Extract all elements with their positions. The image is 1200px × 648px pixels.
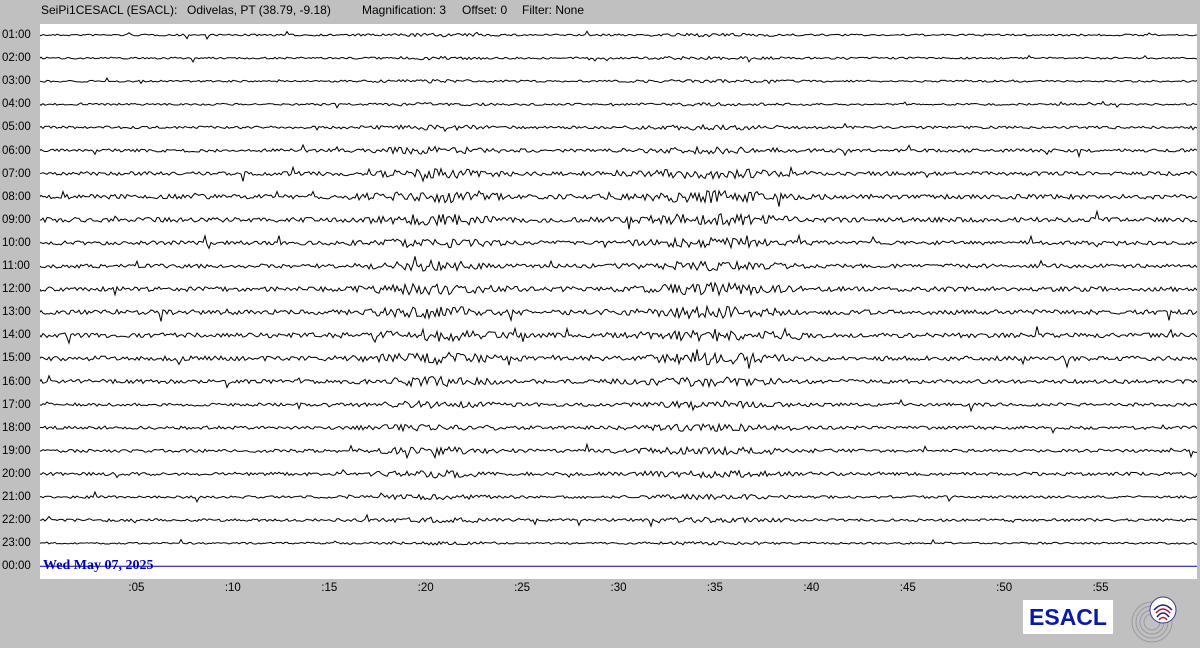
seismogram-trace — [39, 281, 1198, 297]
hour-label: 08:00 — [2, 190, 31, 203]
hour-label: 20:00 — [2, 467, 31, 480]
seismogram-trace — [39, 256, 1198, 272]
hour-label: 11:00 — [2, 260, 30, 272]
magnification-readout: Magnification: 3 — [362, 3, 447, 17]
minute-tick-label: :05 — [128, 582, 145, 594]
logo-text: ESACL — [1029, 603, 1107, 630]
seismogram-trace — [39, 538, 1198, 546]
hour-label: 01:00 — [2, 29, 31, 41]
minute-tick-label: :25 — [514, 582, 531, 594]
minute-axis: :05 :10 :15 :20 :25 :30 :35 :40 :45 :50 :55 — [0, 582, 1200, 596]
hour-label: 00:00 — [2, 560, 31, 573]
hour-label: 13:00 — [2, 306, 31, 319]
date-label: Wed May 07, 2025 — [43, 558, 154, 573]
hour-label: 06:00 — [2, 144, 31, 157]
seismogram-trace — [39, 30, 1198, 40]
seismogram-trace — [39, 398, 1198, 413]
hour-label: 15:00 — [2, 352, 31, 365]
seismogram-traces — [39, 30, 1198, 567]
seismogram-trace — [39, 165, 1198, 183]
offset-readout: Offset: 0 — [462, 3, 508, 17]
station-name: SeiPi1CESACL (ESACL): — [41, 3, 178, 17]
minute-tick-label: :30 — [610, 582, 627, 594]
minute-tick-label: :10 — [224, 582, 241, 594]
seismogram-trace — [39, 122, 1198, 133]
hour-axis: 01:00 02:00 03:00 04:00 05:00 06:00 07:00 08:00… — [0, 0, 40, 648]
hour-label: 19:00 — [2, 444, 31, 457]
minute-tick-label: :15 — [321, 582, 338, 594]
seismogram-trace — [39, 209, 1198, 230]
hour-label: 04:00 — [2, 98, 31, 111]
hour-label: 10:00 — [2, 236, 31, 249]
hour-label: 16:00 — [2, 375, 31, 388]
hour-label: 05:00 — [2, 121, 31, 134]
minute-tick-label: :40 — [803, 582, 820, 594]
hour-label: 03:00 — [2, 75, 31, 88]
seismogram-trace — [39, 490, 1198, 503]
hour-label: 21:00 — [2, 491, 31, 503]
filter-readout: Filter: None — [522, 3, 585, 17]
esacl-logo: ESACL — [1023, 600, 1113, 634]
hour-label: 17:00 — [2, 398, 31, 411]
seismogram-trace — [39, 442, 1198, 460]
minute-tick-label: :50 — [996, 582, 1013, 594]
seismogram-trace — [39, 468, 1198, 479]
seismogram-trace — [39, 100, 1198, 109]
hour-label: 23:00 — [2, 537, 31, 550]
hour-label: 12:00 — [2, 283, 31, 296]
seismogram-trace — [39, 304, 1198, 323]
hour-label: 09:00 — [2, 213, 31, 226]
seismogram-trace — [39, 143, 1198, 159]
seismogram-trace — [39, 54, 1198, 64]
station-location: Odivelas, PT (38.79, -9.18) — [187, 3, 331, 17]
seismogram-trace — [39, 422, 1198, 434]
minute-tick-label: :45 — [899, 582, 916, 594]
seismogram-trace — [39, 513, 1198, 528]
minute-tick-label: :55 — [1092, 582, 1109, 594]
hour-label: 18:00 — [2, 421, 31, 434]
minute-tick-label: :20 — [417, 582, 434, 594]
hour-label: 14:00 — [2, 329, 31, 342]
seismogram-trace — [39, 233, 1197, 250]
seismogram-trace — [39, 374, 1198, 389]
seismogram-trace — [39, 349, 1198, 369]
seismic-swirl-seal-icon — [1131, 596, 1177, 643]
hour-label: 02:00 — [2, 52, 31, 65]
hour-label: 07:00 — [2, 167, 31, 180]
hour-label: 22:00 — [2, 514, 31, 527]
seismogram-trace — [39, 77, 1198, 85]
helicorder-plot — [39, 24, 1198, 579]
header-bar: SeiPi1CESACL (ESACL): Odivelas, PT (38.7… — [0, 0, 1200, 22]
seismogram-trace — [39, 189, 1198, 207]
seismogram-trace — [39, 326, 1198, 345]
minute-tick-label: :35 — [706, 582, 723, 594]
